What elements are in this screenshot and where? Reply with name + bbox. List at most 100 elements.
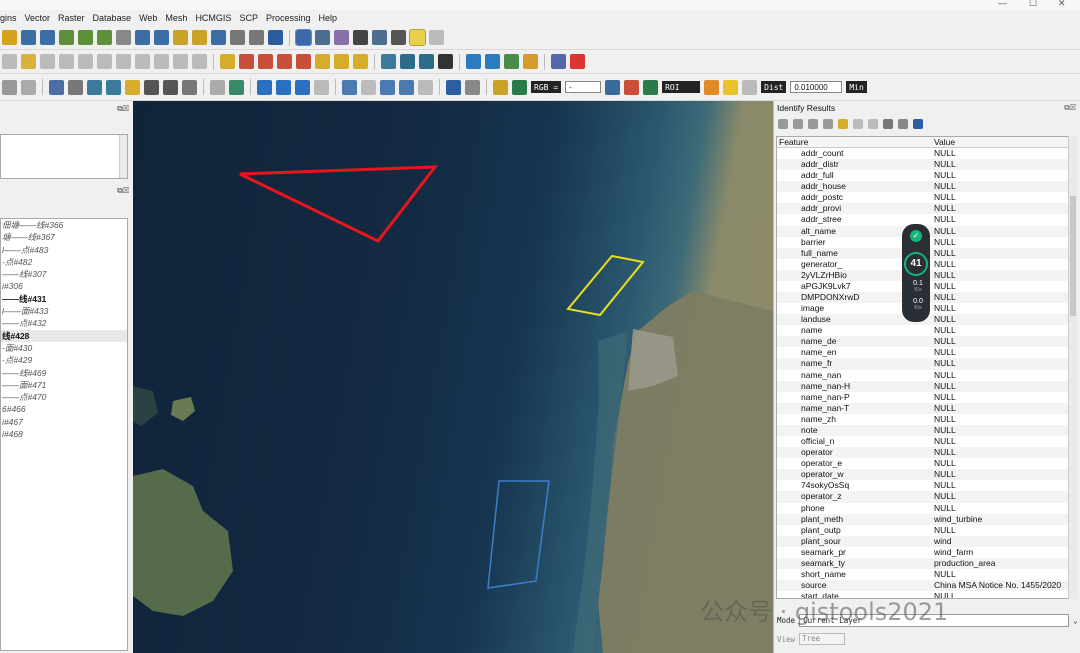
plugin-bird-icon[interactable] [570, 54, 585, 69]
copy-feature-icon[interactable] [853, 119, 863, 129]
scp-rgb-icon[interactable] [493, 79, 508, 95]
label-move-icon[interactable] [277, 54, 292, 69]
result-row[interactable]: plant_meth wind_turbine [777, 513, 1071, 525]
digitize-icon[interactable] [87, 79, 102, 95]
result-row[interactable]: name_nan NULL [777, 370, 1071, 381]
new-map-view-icon[interactable] [173, 30, 188, 45]
toggle-editing-icon[interactable] [21, 54, 36, 69]
result-row[interactable]: addr_postc NULL [777, 192, 1071, 203]
snap-grid-icon[interactable] [21, 79, 36, 95]
raster-calc-icon[interactable] [381, 54, 396, 69]
menu-mesh[interactable]: Mesh [165, 13, 187, 23]
minimize-icon[interactable]: — [998, 0, 1007, 8]
result-row[interactable]: operator_w NULL [777, 469, 1071, 481]
scrollbar-thumb[interactable] [1070, 196, 1076, 316]
options-wrench-icon[interactable] [898, 119, 908, 129]
result-row[interactable]: addr_house NULL [777, 181, 1071, 193]
result-row[interactable]: name_nan-P NULL [777, 392, 1071, 403]
layer-item[interactable]: 6#466 [1, 403, 127, 415]
star-icon[interactable] [125, 79, 140, 95]
panel-float-close-icon[interactable]: ⧉☒ [117, 186, 129, 196]
network-monitor-widget[interactable]: ✓ 41 0.1 K/s 0.0 K/s [902, 224, 930, 322]
network-icon[interactable] [438, 54, 453, 69]
zoom-native-icon[interactable] [116, 30, 131, 45]
menu-web[interactable]: Web [139, 13, 157, 23]
browser-panel[interactable] [0, 134, 128, 179]
text-annotation-icon[interactable] [144, 79, 159, 95]
layer-item-selected[interactable]: 线#428 [1, 329, 127, 342]
cut-icon[interactable] [116, 54, 131, 69]
table-icon[interactable] [372, 30, 387, 45]
zoom-selection-icon[interactable] [78, 30, 93, 45]
layers-tree[interactable]: 佃塘——线#366 塘——线#367 l——点#483 -点#482 ——线#3… [0, 218, 128, 651]
zoom-layer-icon[interactable] [97, 30, 112, 45]
label-diagram-icon[interactable] [353, 54, 368, 69]
reshape-icon[interactable] [106, 79, 121, 95]
paste-icon[interactable] [154, 54, 169, 69]
text-tool-icon[interactable] [182, 79, 197, 95]
annotation-icon[interactable] [163, 79, 178, 95]
help-icon[interactable] [913, 119, 923, 129]
result-row[interactable]: short_name NULL [777, 569, 1071, 580]
layer-item[interactable]: i#306 [1, 280, 127, 292]
menu-database[interactable]: Database [93, 13, 132, 23]
collapse-tree-icon[interactable] [808, 119, 818, 129]
zoom-full-icon[interactable] [59, 30, 74, 45]
menu-vector[interactable]: Vector [25, 13, 51, 23]
redo-icon[interactable] [192, 54, 207, 69]
edit-pencil-icon[interactable] [2, 54, 17, 69]
scp-edit-icon[interactable] [418, 79, 433, 95]
layer-item[interactable]: ——点#432 [1, 317, 127, 329]
result-row[interactable]: source China MSA Notice No. 1455/2020 [777, 580, 1071, 592]
result-row[interactable]: addr_stree NULL [777, 214, 1071, 225]
georeferencer-icon[interactable] [419, 54, 434, 69]
scp-cross-icon[interactable] [361, 79, 376, 95]
result-row[interactable]: addr_distr NULL [777, 159, 1071, 171]
layer-item[interactable]: 佃塘——线#366 [1, 219, 127, 231]
result-row[interactable]: addr_provi NULL [777, 203, 1071, 215]
result-row[interactable]: 74sokyOsSq NULL [777, 480, 1071, 491]
bookmark-icon[interactable] [211, 30, 226, 45]
label-style-icon[interactable] [49, 79, 64, 95]
menu-scp[interactable]: SCP [239, 13, 258, 23]
delete-selected-icon[interactable] [97, 54, 112, 69]
settings-gear-icon[interactable] [334, 30, 349, 45]
locator-icon[interactable] [429, 30, 444, 45]
result-row[interactable]: addr_count NULL [777, 148, 1071, 159]
result-row[interactable]: name_en NULL [777, 347, 1071, 358]
menu-help[interactable]: Help [318, 13, 337, 23]
plugin-reload-icon[interactable] [485, 54, 500, 69]
scp-layers-icon[interactable] [257, 79, 272, 95]
layer-item[interactable]: ——线#431 [1, 293, 127, 305]
select-features-icon[interactable] [838, 119, 848, 129]
identify-results-table[interactable]: Feature Value addr_count NULL addr_distr NU… [776, 136, 1072, 599]
result-row[interactable]: operator_z NULL [777, 491, 1071, 503]
layer-item[interactable]: ——面#471 [1, 379, 127, 391]
maximize-icon[interactable]: ☐ [1029, 0, 1037, 9]
scp-tool-icon[interactable] [465, 79, 480, 95]
results-scrollbar[interactable] [1068, 136, 1077, 599]
scp-preview-icon[interactable] [643, 79, 659, 95]
scp-classify-icon[interactable] [605, 79, 621, 95]
menu-processing[interactable]: Processing [266, 13, 311, 23]
zoom-last-icon[interactable] [135, 30, 150, 45]
temporal-icon[interactable] [249, 30, 264, 45]
result-row[interactable]: name_fr NULL [777, 358, 1071, 370]
result-row[interactable]: name_de NULL [777, 336, 1071, 348]
result-row[interactable]: phone NULL [777, 503, 1071, 514]
result-row[interactable]: name_nan-T NULL [777, 402, 1071, 414]
chevron-down-icon[interactable]: ⌄ [1073, 616, 1078, 625]
scp-flag-icon[interactable] [704, 79, 720, 95]
scp-settings-icon[interactable] [276, 79, 291, 95]
layer-item[interactable]: -面#430 [1, 342, 127, 354]
map-canvas[interactable] [133, 101, 773, 653]
layer-item[interactable]: ——点#470 [1, 391, 127, 403]
bookmarks-panel-icon[interactable] [230, 30, 245, 45]
result-row[interactable]: addr_full NULL [777, 170, 1071, 181]
add-polygon-icon[interactable] [78, 54, 93, 69]
menu-hcmgis[interactable]: HCMGIS [195, 13, 231, 23]
help-icon[interactable] [551, 54, 566, 69]
result-row[interactable]: name_nan-H NULL [777, 380, 1071, 392]
label-change-icon[interactable] [315, 54, 330, 69]
column-header-feature[interactable]: Feature [777, 137, 934, 147]
